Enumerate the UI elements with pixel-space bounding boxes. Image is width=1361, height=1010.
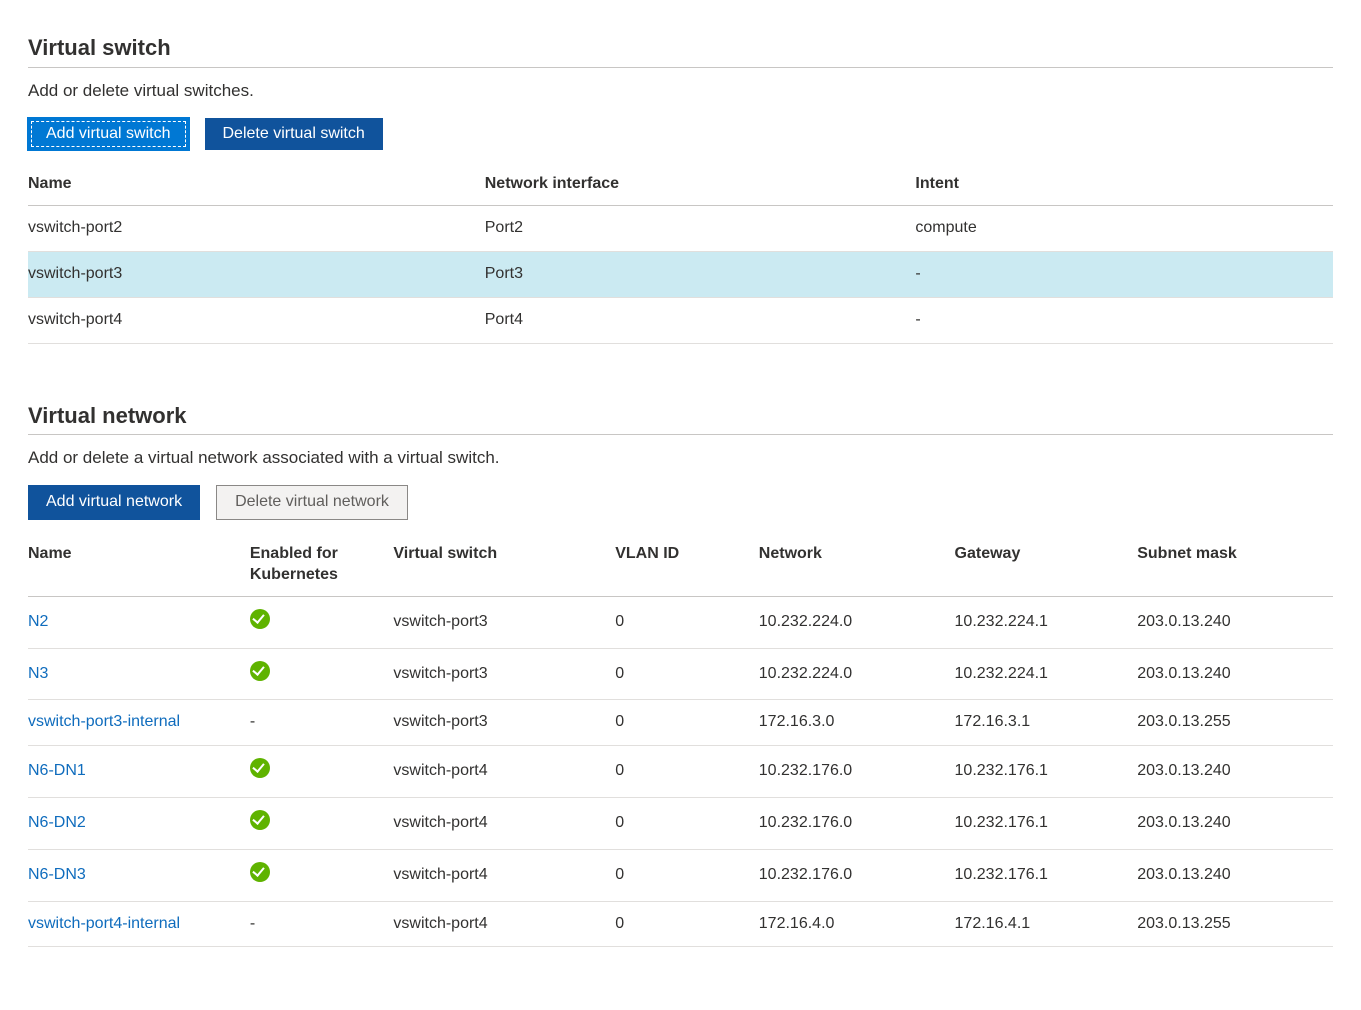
cell-k8s	[250, 746, 394, 798]
cell-vswitch: vswitch-port3	[393, 596, 615, 648]
table-row[interactable]: N3 vswitch-port3010.232.224.010.232.224.1…	[28, 648, 1333, 700]
cell-network: 10.232.176.0	[759, 849, 955, 901]
virtual-switch-table: Name Network interface Intent vswitch-po…	[28, 164, 1333, 343]
cell-network: 10.232.224.0	[759, 648, 955, 700]
cell-mask: 203.0.13.255	[1137, 700, 1333, 746]
check-circle-icon	[250, 810, 270, 830]
virtual-switch-subtitle: Add or delete virtual switches.	[28, 80, 1333, 102]
cell-name: vswitch-port3	[28, 252, 485, 298]
virtual-switch-heading: Virtual switch	[28, 34, 1333, 63]
cell-gateway: 10.232.224.1	[955, 648, 1138, 700]
col-intent[interactable]: Intent	[915, 164, 1333, 205]
cell-intent: -	[915, 297, 1333, 343]
cell-gateway: 10.232.176.1	[955, 849, 1138, 901]
cell-mask: 203.0.13.240	[1137, 797, 1333, 849]
cell-vlan: 0	[615, 700, 759, 746]
check-circle-icon	[250, 661, 270, 681]
table-row[interactable]: vswitch-port4-internal-vswitch-port40172…	[28, 901, 1333, 947]
table-row[interactable]: vswitch-port2Port2compute	[28, 206, 1333, 252]
delete-virtual-switch-button[interactable]: Delete virtual switch	[205, 118, 383, 151]
divider	[28, 67, 1333, 68]
cell-gateway: 172.16.4.1	[955, 901, 1138, 947]
cell-network: 10.232.176.0	[759, 797, 955, 849]
cell-k8s: -	[250, 901, 394, 947]
table-row[interactable]: N2 vswitch-port3010.232.224.010.232.224.1…	[28, 596, 1333, 648]
virtual-network-table: Name Enabled for Kubernetes Virtual swit…	[28, 534, 1333, 947]
vnet-name-link[interactable]: vswitch-port4-internal	[28, 915, 180, 932]
cell-network: 10.232.176.0	[759, 746, 955, 798]
cell-vswitch: vswitch-port4	[393, 849, 615, 901]
cell-gateway: 10.232.176.1	[955, 746, 1138, 798]
check-circle-icon	[250, 862, 270, 882]
cell-mask: 203.0.13.240	[1137, 648, 1333, 700]
cell-k8s	[250, 849, 394, 901]
vnet-name-link[interactable]: N2	[28, 613, 48, 630]
cell-gateway: 10.232.224.1	[955, 596, 1138, 648]
cell-vlan: 0	[615, 648, 759, 700]
vnet-name-link[interactable]: N6-DN2	[28, 814, 86, 831]
table-row[interactable]: vswitch-port3-internal-vswitch-port30172…	[28, 700, 1333, 746]
cell-network: 172.16.3.0	[759, 700, 955, 746]
cell-gateway: 10.232.176.1	[955, 797, 1138, 849]
cell-vlan: 0	[615, 746, 759, 798]
check-circle-icon	[250, 758, 270, 778]
vnet-name-link[interactable]: N3	[28, 665, 48, 682]
col-name[interactable]: Name	[28, 164, 485, 205]
table-row[interactable]: vswitch-port3Port3-	[28, 252, 1333, 298]
table-row[interactable]: N6-DN3 vswitch-port4010.232.176.010.232.1…	[28, 849, 1333, 901]
cell-nic: Port3	[485, 252, 916, 298]
cell-vswitch: vswitch-port4	[393, 797, 615, 849]
cell-name: vswitch-port2	[28, 206, 485, 252]
cell-vlan: 0	[615, 797, 759, 849]
cell-vswitch: vswitch-port3	[393, 648, 615, 700]
col-k8s[interactable]: Enabled for Kubernetes	[250, 534, 394, 596]
check-circle-icon	[250, 609, 270, 629]
col-mask[interactable]: Subnet mask	[1137, 534, 1333, 596]
col-name[interactable]: Name	[28, 534, 250, 596]
cell-k8s	[250, 596, 394, 648]
cell-vswitch: vswitch-port3	[393, 700, 615, 746]
table-row[interactable]: N6-DN2 vswitch-port4010.232.176.010.232.1…	[28, 797, 1333, 849]
cell-vlan: 0	[615, 596, 759, 648]
col-nic[interactable]: Network interface	[485, 164, 916, 205]
col-vswitch[interactable]: Virtual switch	[393, 534, 615, 596]
cell-mask: 203.0.13.240	[1137, 746, 1333, 798]
col-gateway[interactable]: Gateway	[955, 534, 1138, 596]
table-row[interactable]: N6-DN1 vswitch-port4010.232.176.010.232.1…	[28, 746, 1333, 798]
cell-nic: Port4	[485, 297, 916, 343]
cell-intent: compute	[915, 206, 1333, 252]
virtual-network-subtitle: Add or delete a virtual network associat…	[28, 447, 1333, 469]
cell-k8s: -	[250, 700, 394, 746]
vnet-name-link[interactable]: vswitch-port3-internal	[28, 713, 180, 730]
cell-k8s-value: -	[250, 713, 255, 730]
cell-vswitch: vswitch-port4	[393, 746, 615, 798]
add-virtual-network-button[interactable]: Add virtual network	[28, 485, 200, 520]
add-virtual-switch-button[interactable]: Add virtual switch	[28, 118, 189, 151]
cell-mask: 203.0.13.240	[1137, 596, 1333, 648]
vnet-name-link[interactable]: N6-DN1	[28, 762, 86, 779]
cell-vlan: 0	[615, 849, 759, 901]
col-vlan[interactable]: VLAN ID	[615, 534, 759, 596]
cell-k8s	[250, 648, 394, 700]
cell-network: 172.16.4.0	[759, 901, 955, 947]
cell-vlan: 0	[615, 901, 759, 947]
cell-k8s	[250, 797, 394, 849]
cell-mask: 203.0.13.240	[1137, 849, 1333, 901]
cell-gateway: 172.16.3.1	[955, 700, 1138, 746]
cell-name: vswitch-port4	[28, 297, 485, 343]
cell-vswitch: vswitch-port4	[393, 901, 615, 947]
virtual-network-heading: Virtual network	[28, 402, 1333, 431]
cell-mask: 203.0.13.255	[1137, 901, 1333, 947]
cell-nic: Port2	[485, 206, 916, 252]
delete-virtual-network-button[interactable]: Delete virtual network	[216, 485, 408, 520]
col-network[interactable]: Network	[759, 534, 955, 596]
cell-network: 10.232.224.0	[759, 596, 955, 648]
table-row[interactable]: vswitch-port4Port4-	[28, 297, 1333, 343]
cell-intent: -	[915, 252, 1333, 298]
divider	[28, 434, 1333, 435]
vnet-name-link[interactable]: N6-DN3	[28, 866, 86, 883]
cell-k8s-value: -	[250, 915, 255, 932]
